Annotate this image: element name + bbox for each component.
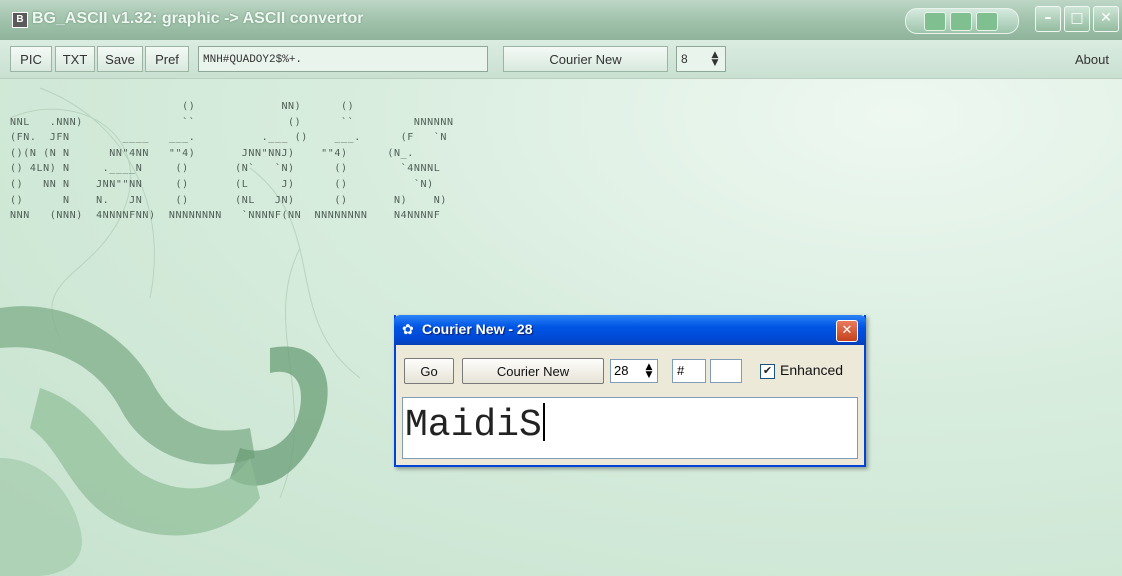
preview-text: MaidiS (405, 404, 542, 447)
tray-icon-3[interactable] (976, 12, 998, 31)
extra-input[interactable] (710, 359, 742, 383)
dialog-font-button[interactable]: Courier New (462, 358, 604, 384)
title-tray-icons (905, 8, 1019, 34)
enhanced-checkbox[interactable]: ✔ (760, 364, 775, 379)
toolbar: PIC TXT Save Pref MNH#QUADOY2$%+. Courie… (0, 40, 1122, 79)
minimize-button[interactable]: – (1035, 6, 1061, 32)
chars-input[interactable]: MNH#QUADOY2$%+. (198, 46, 488, 72)
window-title: BG_ASCII v1.32: graphic -> ASCII convert… (32, 10, 364, 27)
maximize-button[interactable]: □ (1064, 6, 1090, 32)
font-preview-dialog: ✿ Courier New - 28 ✕ Go Courier New 28 ▲… (394, 315, 866, 467)
dialog-spinner-arrows-icon[interactable]: ▲ ▼ (643, 363, 655, 380)
about-button[interactable]: About (1064, 46, 1120, 72)
dialog-title: Courier New - 28 (422, 321, 533, 337)
dialog-title-bar[interactable]: ✿ Courier New - 28 ✕ (394, 315, 866, 345)
char-input[interactable]: # (672, 359, 706, 383)
dialog-close-icon[interactable]: ✕ (836, 320, 858, 342)
pic-button[interactable]: PIC (10, 46, 52, 72)
tray-icon-1[interactable] (924, 12, 946, 31)
ascii-art-output: () NN) () NNL .NNN) `` () `` NNNNNN (FN.… (10, 101, 454, 222)
font-size-spinner[interactable]: 8 ▲ ▼ (676, 46, 726, 72)
spinner-arrows-icon[interactable]: ▲ ▼ (709, 51, 721, 68)
go-button[interactable]: Go (404, 358, 454, 384)
dialog-app-icon: ✿ (402, 322, 414, 338)
preview-text-area[interactable]: MaidiS (402, 397, 858, 459)
app-icon[interactable]: B (12, 12, 28, 28)
text-caret (542, 403, 545, 441)
main-window: B BG_ASCII v1.32: graphic -> ASCII conve… (0, 0, 1122, 576)
dialog-size-value: 28 (614, 363, 629, 378)
save-button[interactable]: Save (97, 46, 143, 72)
title-bar[interactable]: B BG_ASCII v1.32: graphic -> ASCII conve… (0, 0, 1122, 40)
tray-icon-2[interactable] (950, 12, 972, 31)
font-button[interactable]: Courier New (503, 46, 668, 72)
enhanced-label: Enhanced (780, 362, 844, 378)
txt-button[interactable]: TXT (55, 46, 95, 72)
font-size-value: 8 (681, 52, 688, 66)
pref-button[interactable]: Pref (145, 46, 189, 72)
close-button[interactable]: ✕ (1093, 6, 1119, 32)
dialog-size-spinner[interactable]: 28 ▲ ▼ (610, 359, 658, 383)
